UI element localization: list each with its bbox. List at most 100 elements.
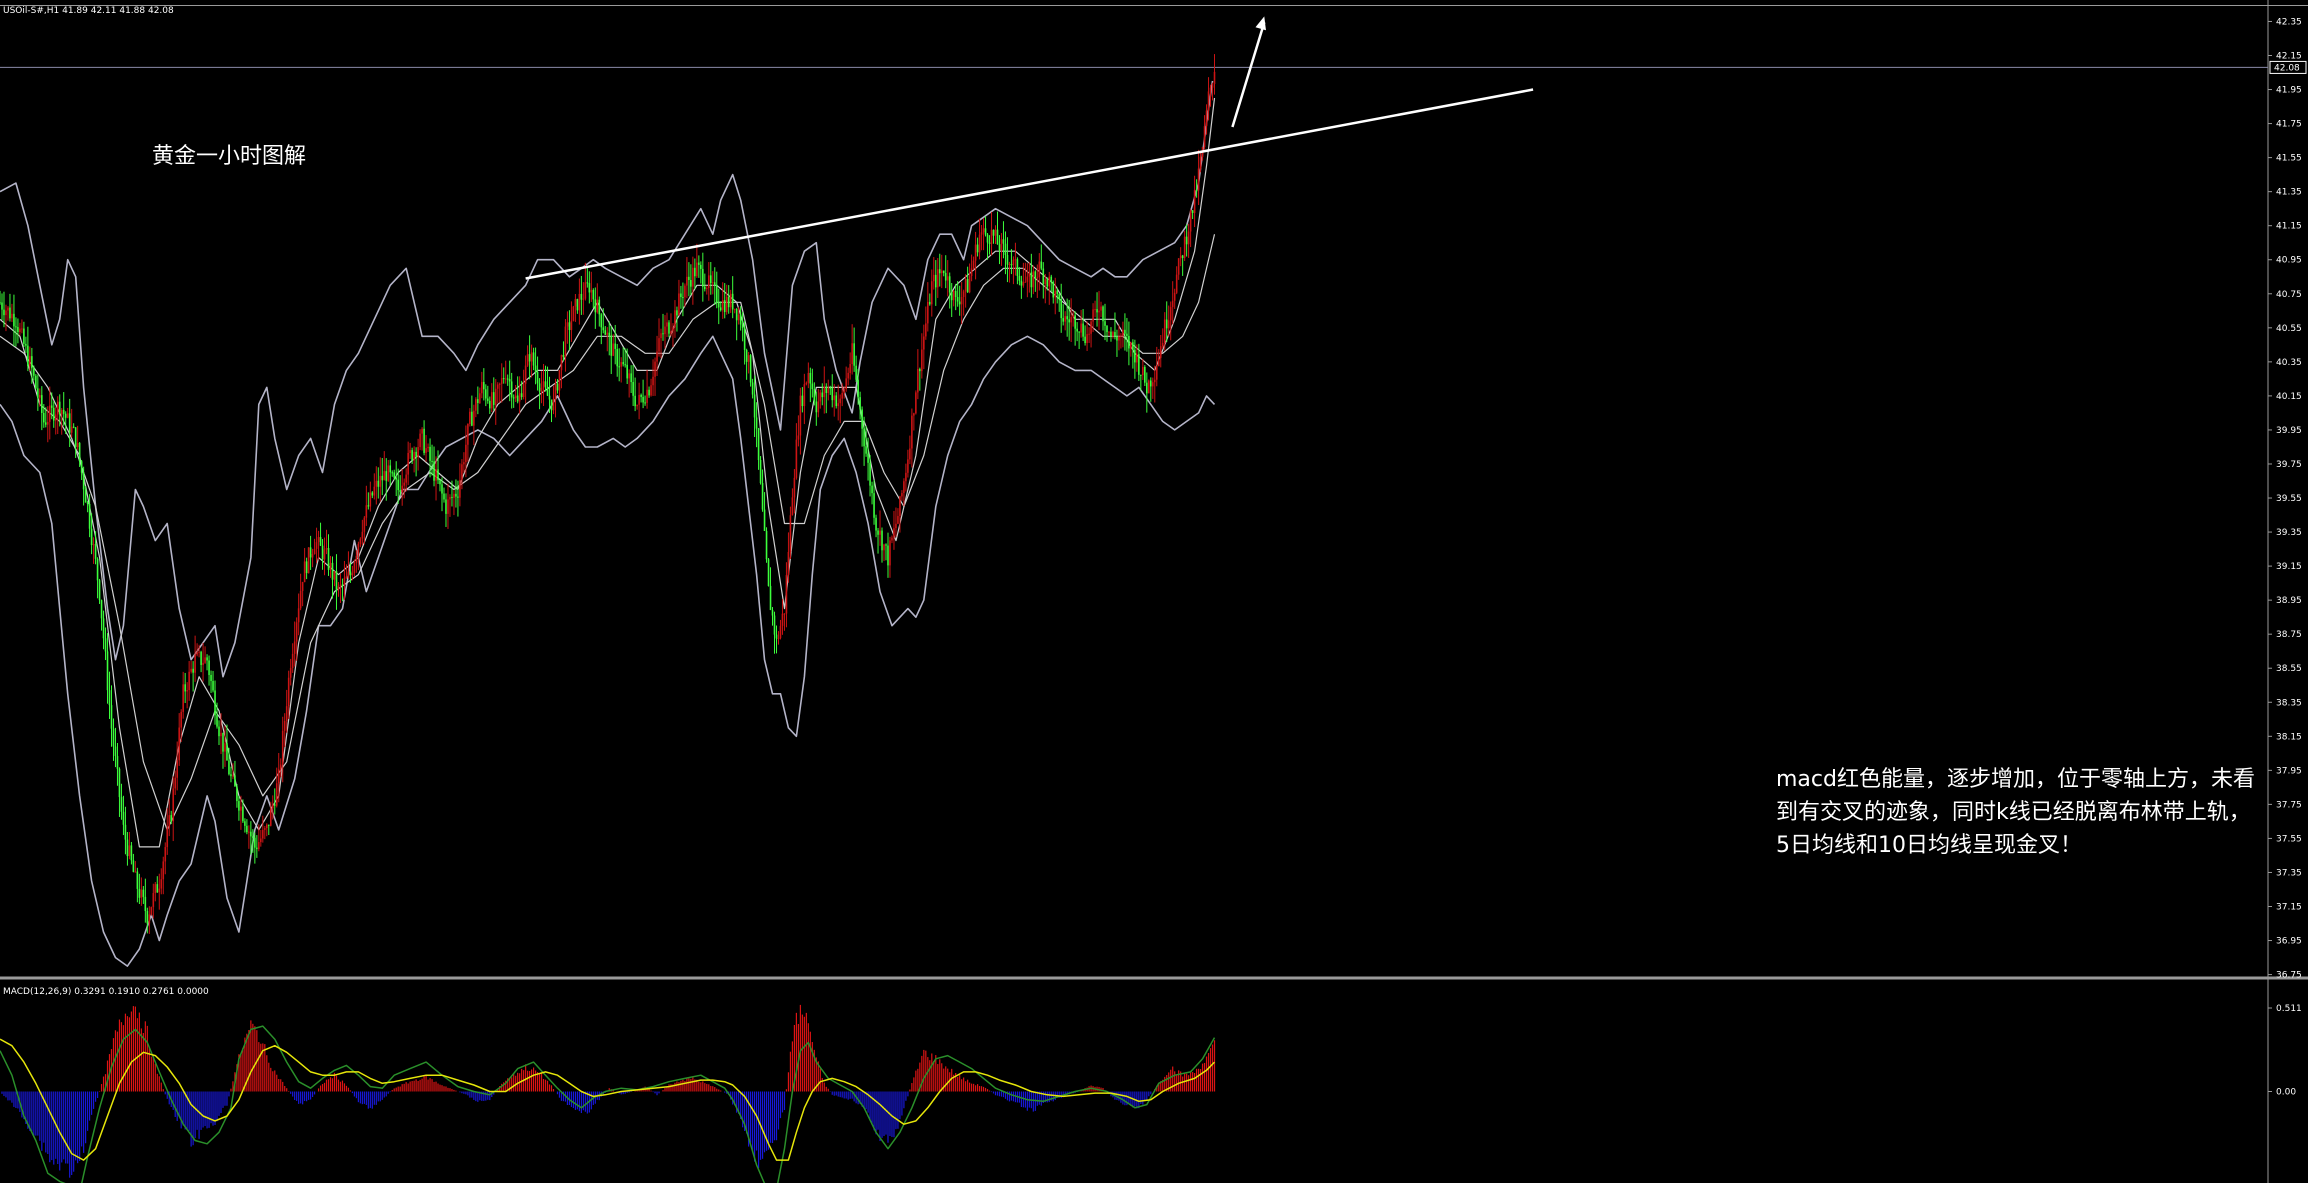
candle-body	[831, 387, 834, 401]
price-tick-label: 40.55	[2276, 324, 2302, 334]
candle-body	[488, 400, 491, 409]
candle-body	[1185, 236, 1188, 245]
candle-body	[1044, 279, 1047, 285]
candle-body	[558, 370, 561, 391]
candle-body	[582, 298, 585, 300]
candle-body	[1179, 255, 1182, 259]
candle-body	[429, 446, 431, 461]
candle-body	[552, 398, 555, 411]
candle-body	[303, 561, 306, 583]
candle-body	[423, 428, 425, 453]
candle-body	[210, 674, 212, 681]
candle-body	[86, 502, 89, 504]
candle-body	[1, 302, 3, 310]
candle-body	[891, 537, 893, 541]
candle-body	[435, 469, 437, 481]
candle-body	[715, 284, 718, 303]
candle-body	[21, 328, 23, 330]
candle-body	[1173, 292, 1176, 301]
candle-body	[273, 804, 276, 806]
candle-body	[1213, 71, 1216, 85]
candle-body	[409, 450, 411, 453]
candle-body	[142, 889, 145, 897]
candle-body	[1183, 236, 1186, 258]
candle-body	[733, 308, 736, 310]
candle-body	[337, 586, 340, 590]
candle-body	[500, 378, 503, 384]
candle-body	[447, 499, 449, 514]
candle-body	[522, 383, 525, 398]
candle-body	[889, 540, 891, 566]
candle-body	[1030, 272, 1033, 288]
candle-body	[317, 537, 320, 543]
candle-body	[690, 280, 692, 287]
price-pane	[0, 0, 2308, 1183]
candle-body	[568, 322, 571, 331]
candle-body	[664, 326, 666, 335]
candle-body	[459, 480, 461, 498]
candle-body	[1120, 335, 1122, 337]
candle-body	[871, 485, 873, 494]
candle-body	[572, 306, 575, 321]
candle-body	[841, 392, 843, 399]
candle-body	[901, 493, 903, 497]
candle-body	[717, 302, 720, 308]
candle-body	[214, 690, 216, 716]
candle-body	[990, 229, 993, 244]
candle-body	[250, 831, 252, 837]
candle-body	[1207, 91, 1210, 111]
candle-body	[1193, 190, 1196, 213]
bollinger-upper-band	[0, 80, 1214, 678]
candle-body	[554, 383, 557, 399]
candle-body	[174, 777, 177, 789]
candle-body	[1046, 279, 1049, 287]
candle-body	[287, 677, 290, 707]
candle-body	[1024, 281, 1027, 283]
candle-body	[7, 307, 9, 311]
candle-body	[232, 775, 234, 777]
candle-body	[427, 446, 429, 449]
candle-body	[331, 562, 334, 580]
candle-body	[1171, 300, 1174, 308]
candle-body	[502, 378, 505, 380]
candle-body	[556, 383, 559, 391]
candle-body	[996, 229, 999, 245]
price-tick-label: 40.95	[2276, 256, 2302, 266]
candle-body	[640, 394, 642, 397]
candle-body	[723, 300, 726, 313]
candle-body	[27, 345, 29, 367]
candle-body	[1151, 382, 1154, 387]
candle-body	[1032, 271, 1035, 288]
candle-body	[1146, 382, 1148, 394]
candle-body	[323, 549, 326, 560]
candle-body	[602, 327, 605, 331]
candle-body	[1036, 277, 1039, 279]
candle-body	[23, 328, 25, 344]
candle-body	[1018, 275, 1021, 281]
candle-body	[1157, 357, 1160, 367]
candle-body	[676, 310, 678, 316]
candle-body	[570, 320, 573, 331]
candle-body	[789, 515, 792, 552]
candle-body	[544, 381, 547, 387]
candle-body	[837, 403, 840, 407]
candle-body	[94, 544, 97, 559]
candle-body	[295, 622, 298, 642]
candle-body	[727, 296, 730, 308]
candle-body	[234, 775, 236, 787]
candle-body	[1159, 346, 1162, 358]
candle-body	[110, 705, 113, 729]
candle-body	[381, 475, 384, 481]
candle-body	[60, 409, 63, 415]
candle-body	[803, 384, 806, 407]
candle-body	[817, 401, 820, 413]
candle-body	[277, 769, 280, 784]
candle-body	[204, 657, 206, 663]
candle-body	[504, 378, 507, 380]
candle-body	[425, 448, 427, 453]
candle-body	[43, 413, 45, 423]
candle-body	[74, 427, 77, 447]
candle-body	[907, 459, 909, 473]
candle-body	[144, 896, 147, 912]
candle-body	[407, 452, 409, 475]
